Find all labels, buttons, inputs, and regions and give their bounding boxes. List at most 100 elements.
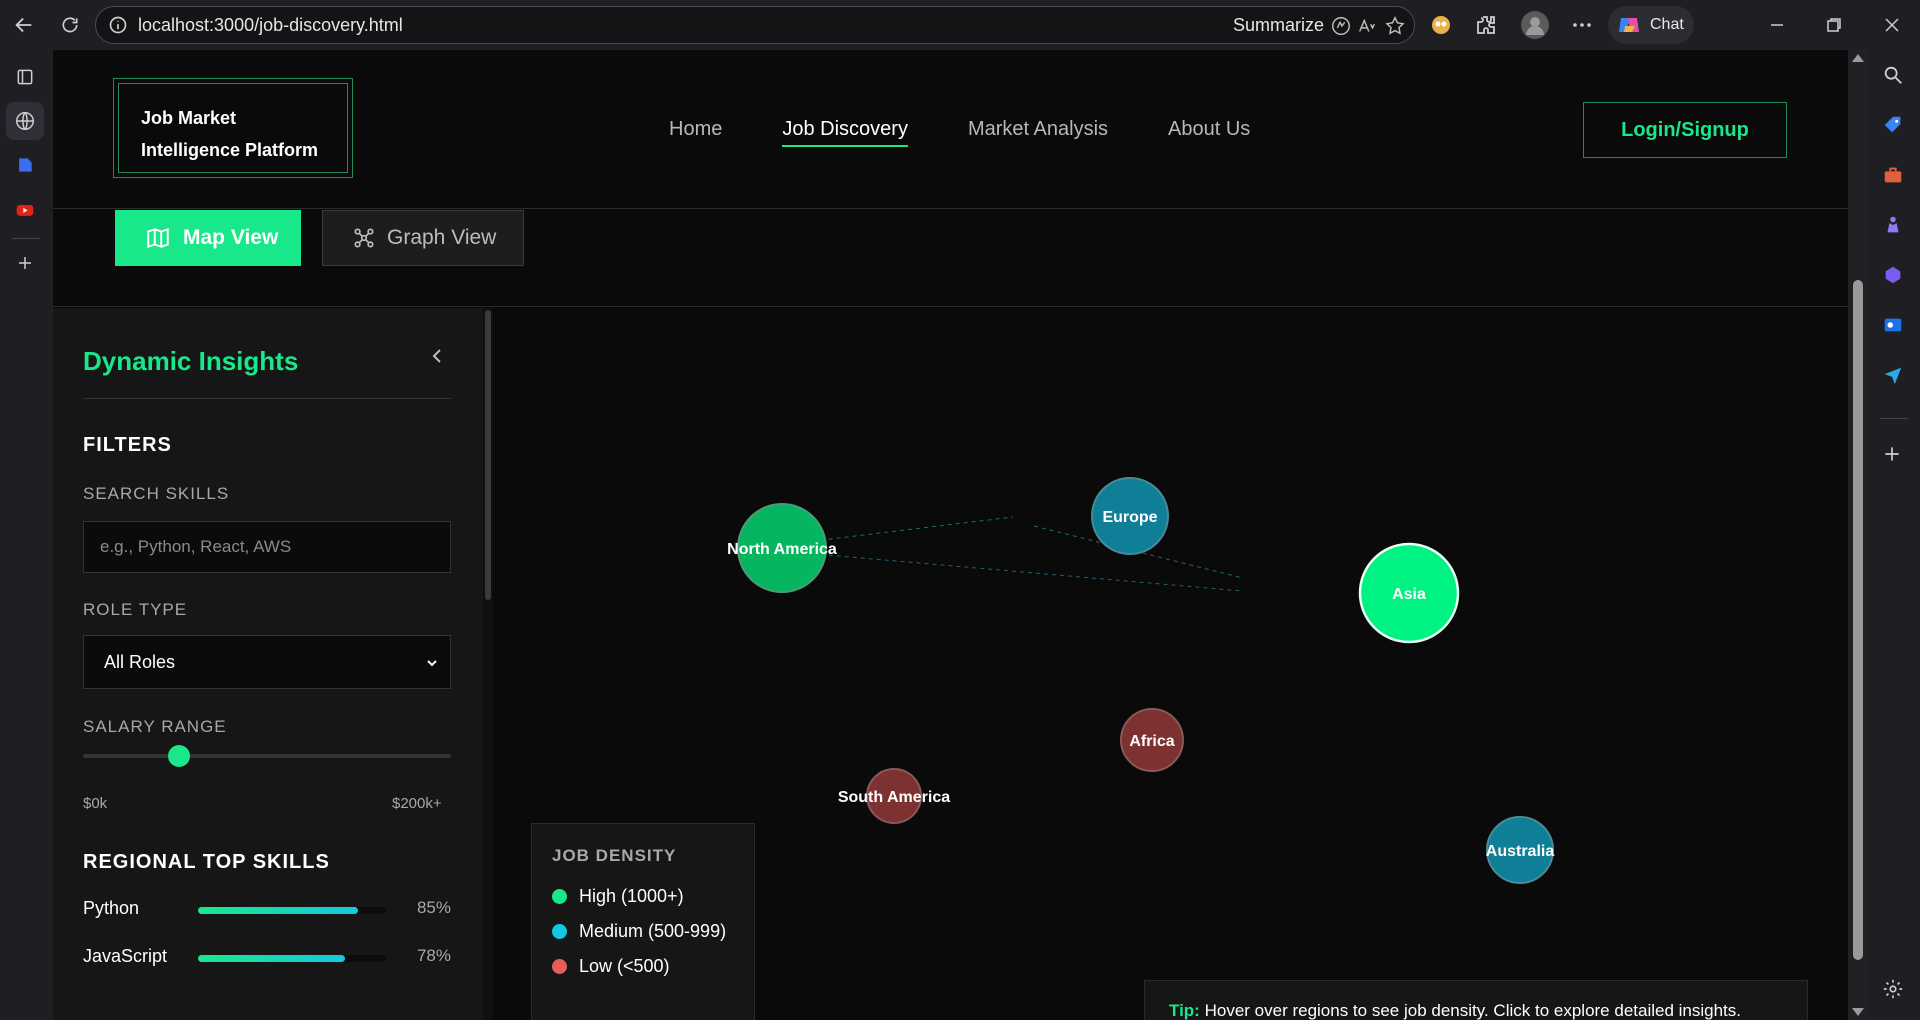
view-toggle-bar: Map View Graph View [53, 210, 1848, 307]
nav-job-discovery[interactable]: Job Discovery [782, 118, 908, 147]
map-view-button[interactable]: Map View [115, 210, 301, 266]
region-node-north-america[interactable]: North America [727, 503, 837, 593]
legend-dot [552, 959, 567, 974]
more-options-icon[interactable] [1570, 13, 1594, 37]
minimize-icon[interactable] [1765, 13, 1789, 37]
region-node-asia[interactable]: Asia [1358, 542, 1460, 644]
graph-nodes-icon [353, 227, 375, 249]
legend-title: JOB DENSITY [552, 846, 677, 865]
outlook-icon[interactable] [1882, 314, 1906, 338]
games-icon[interactable] [1882, 214, 1906, 238]
panel-title: Dynamic Insights [83, 346, 299, 376]
search-icon[interactable] [1882, 64, 1906, 88]
page-scrollbar[interactable] [1848, 50, 1868, 1020]
notes-app-icon[interactable] [10, 150, 40, 180]
scroll-down-arrow-icon[interactable] [1852, 1008, 1864, 1016]
map-view-label: Map View [183, 226, 279, 249]
region-label: North America [727, 541, 837, 558]
address-bar[interactable]: localhost:3000/job-discovery.html Summar… [95, 6, 1415, 44]
panel-divider [83, 398, 451, 399]
profile-avatar[interactable] [1521, 11, 1549, 39]
nav-home[interactable]: Home [669, 118, 722, 147]
skill-percent: 78% [416, 946, 451, 965]
toolbox-icon[interactable] [1882, 164, 1906, 188]
role-type-label: ROLE TYPE [83, 600, 188, 619]
region-label: Europe [1102, 509, 1157, 526]
nav-market-analysis[interactable]: Market Analysis [968, 118, 1108, 147]
nav-about-us[interactable]: About Us [1168, 118, 1250, 147]
collapse-chevron-left-icon[interactable] [425, 344, 449, 368]
add-icon[interactable] [1882, 444, 1906, 468]
favorite-star-icon[interactable] [1384, 15, 1406, 37]
region-label: Africa [1129, 733, 1174, 750]
region-node-south-america[interactable]: South America [838, 768, 950, 824]
skill-percent: 85% [416, 898, 451, 917]
refresh-icon[interactable] [52, 7, 88, 43]
sidebar-divider [1880, 418, 1908, 419]
browser-right-sidebar [1868, 50, 1920, 1020]
region-node-australia[interactable]: Australia [1486, 816, 1555, 884]
chevron-down-icon [424, 655, 440, 671]
map-icon [145, 225, 171, 251]
summarize-button[interactable]: Summarize [1233, 15, 1324, 36]
tabs-icon[interactable] [10, 62, 40, 92]
skill-row: JavaScript 78% [83, 946, 451, 970]
graph-view-button[interactable]: Graph View [322, 210, 524, 266]
login-signup-button[interactable]: Login/Signup [1583, 102, 1787, 158]
search-skills-label: SEARCH SKILLS [83, 484, 230, 503]
scroll-up-arrow-icon[interactable] [1852, 54, 1864, 62]
region-label: Asia [1392, 586, 1426, 603]
info-icon[interactable] [108, 15, 128, 35]
region-node-africa[interactable]: Africa [1120, 708, 1184, 772]
logo-line-2: Intelligence Platform [141, 140, 319, 160]
skill-name: Python [83, 898, 140, 918]
skill-name: JavaScript [83, 946, 168, 966]
map-tip-banner: Tip: Hover over regions to see job densi… [1144, 980, 1808, 1020]
region-node-europe[interactable]: Europe [1091, 477, 1169, 555]
legend-item-low: Low (<500) [552, 956, 734, 977]
salary-min-label: $0k [83, 795, 108, 812]
graph-view-label: Graph View [387, 226, 497, 249]
add-icon[interactable] [10, 248, 40, 278]
job-density-legend: JOB DENSITY High (1000+) Medium (500-999… [531, 823, 755, 1020]
close-window-icon[interactable] [1880, 13, 1904, 37]
salary-slider-handle[interactable] [167, 745, 190, 767]
copilot-app-icon[interactable] [1882, 264, 1906, 288]
tip-label: Tip: [1169, 1001, 1200, 1020]
chat-label: Chat [1650, 16, 1684, 33]
copilot-icon [1616, 12, 1642, 38]
url-text[interactable]: localhost:3000/job-discovery.html [138, 15, 403, 36]
extension-icon[interactable] [1429, 13, 1453, 37]
search-skills-input[interactable] [83, 521, 451, 573]
extensions-puzzle-icon[interactable] [1474, 13, 1498, 37]
panel-scrollbar[interactable] [483, 308, 493, 1020]
logo-line-1: Job Market [141, 108, 237, 128]
back-icon[interactable] [6, 7, 42, 43]
legend-dot [552, 889, 567, 904]
youtube-icon[interactable] [10, 195, 40, 225]
legend-dot [552, 924, 567, 939]
salary-slider-track[interactable] [83, 754, 451, 758]
role-type-value: All Roles [104, 651, 176, 672]
role-type-select[interactable]: All Roles [83, 635, 451, 689]
job-density-map: North America Europe Asia Africa South A… [493, 308, 1848, 1020]
shopping-tag-icon[interactable] [1882, 114, 1906, 138]
settings-gear-icon[interactable] [1882, 978, 1906, 1002]
sidebar-divider [12, 238, 40, 239]
send-icon[interactable] [1882, 364, 1906, 388]
skill-bar-track [198, 907, 386, 914]
scroll-thumb[interactable] [1853, 280, 1863, 960]
read-aloud-icon[interactable] [1356, 15, 1378, 37]
browser-toolbar: localhost:3000/job-discovery.html Summar… [0, 0, 1920, 50]
browser-left-sidebar [0, 50, 52, 1020]
legend-item-high: High (1000+) [552, 886, 734, 907]
globe-icon[interactable] [6, 102, 44, 140]
connection-line [780, 550, 1243, 592]
salary-max-label: $200k+ [392, 795, 442, 812]
copilot-chat-button[interactable]: Chat [1608, 6, 1694, 44]
summarize-icon[interactable] [1330, 15, 1352, 37]
site-logo[interactable]: Job Market Intelligence Platform [113, 78, 353, 178]
page-viewport: Job Market Intelligence Platform Home Jo… [53, 50, 1848, 1020]
skill-row: Python 85% [83, 898, 451, 922]
restore-icon[interactable] [1822, 13, 1846, 37]
